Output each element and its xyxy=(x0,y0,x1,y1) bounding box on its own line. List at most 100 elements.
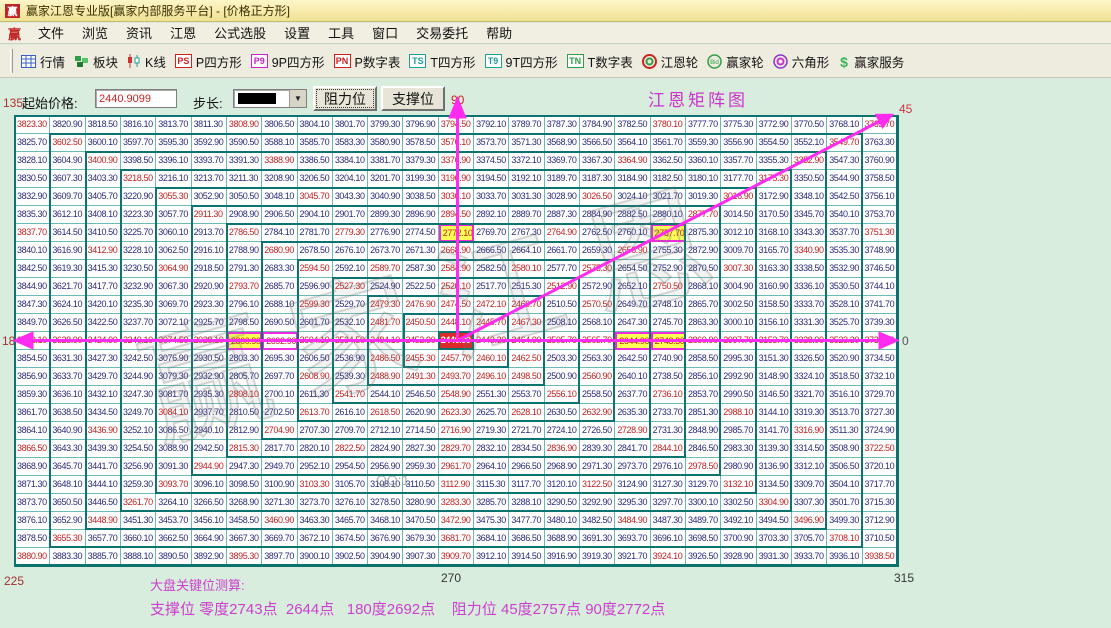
grid-cell-r10-c10[interactable]: 2479.30 xyxy=(368,296,403,314)
grid-cell-r3-c6[interactable]: 3211.30 xyxy=(227,170,262,188)
grid-cell-r3-c21[interactable]: 3175.30 xyxy=(757,170,792,188)
grid-cell-r18-c1[interactable]: 3643.30 xyxy=(50,440,85,458)
toolbar-button-6[interactable]: PNP数字表 xyxy=(334,52,401,71)
grid-cell-r2-c22[interactable]: 3352.90 xyxy=(792,152,827,170)
grid-cell-r16-c23[interactable]: 3513.70 xyxy=(827,404,862,422)
grid-cell-r13-c5[interactable]: 2930.50 xyxy=(192,350,227,368)
grid-cell-r20-c8[interactable]: 3103.30 xyxy=(298,476,333,494)
grid-cell-r8-c21[interactable]: 3163.30 xyxy=(757,260,792,278)
grid-cell-r5-c17[interactable]: 2882.50 xyxy=(615,206,650,224)
grid-cell-r0-c23[interactable]: 3768.10 xyxy=(827,116,862,134)
grid-cell-r6-c10[interactable]: 2776.90 xyxy=(368,224,403,242)
grid-cell-r23-c12[interactable]: 3681.70 xyxy=(439,530,474,548)
menu-item-9[interactable]: 交易委托 xyxy=(407,25,477,42)
grid-cell-r18-c16[interactable]: 2839.30 xyxy=(580,440,615,458)
toolbar-grip[interactable] xyxy=(10,49,13,73)
grid-cell-r7-c11[interactable]: 2671.30 xyxy=(403,242,438,260)
grid-cell-r16-c15[interactable]: 2630.50 xyxy=(545,404,580,422)
grid-cell-r24-c7[interactable]: 3897.70 xyxy=(262,548,297,566)
grid-cell-r21-c7[interactable]: 3271.30 xyxy=(262,494,297,512)
grid-cell-r12-c10[interactable]: 2484.10 xyxy=(368,332,403,350)
grid-cell-r17-c6[interactable]: 2812.90 xyxy=(227,422,262,440)
grid-cell-r8-c3[interactable]: 3230.50 xyxy=(121,260,156,278)
grid-cell-r9-c14[interactable]: 2515.30 xyxy=(509,278,544,296)
grid-cell-r22-c24[interactable]: 3712.90 xyxy=(863,512,898,530)
grid-cell-r1-c15[interactable]: 3568.90 xyxy=(545,134,580,152)
grid-cell-r18-c6[interactable]: 2815.30 xyxy=(227,440,262,458)
grid-cell-r18-c13[interactable]: 2832.10 xyxy=(474,440,509,458)
grid-cell-r10-c14[interactable]: 2469.70 xyxy=(509,296,544,314)
grid-cell-r12-c7[interactable]: 2692.90 xyxy=(262,332,297,350)
grid-cell-r17-c0[interactable]: 3864.10 xyxy=(15,422,50,440)
grid-cell-r13-c22[interactable]: 3326.50 xyxy=(792,350,827,368)
grid-cell-r5-c3[interactable]: 3223.30 xyxy=(121,206,156,224)
grid-cell-r22-c21[interactable]: 3494.50 xyxy=(757,512,792,530)
grid-cell-r6-c7[interactable]: 2784.10 xyxy=(262,224,297,242)
grid-cell-r21-c2[interactable]: 3446.50 xyxy=(86,494,121,512)
grid-cell-r14-c0[interactable]: 3856.90 xyxy=(15,368,50,386)
grid-cell-r16-c11[interactable]: 2620.90 xyxy=(403,404,438,422)
grid-cell-r3-c4[interactable]: 3216.10 xyxy=(156,170,191,188)
grid-cell-r7-c4[interactable]: 3062.50 xyxy=(156,242,191,260)
grid-cell-r20-c18[interactable]: 3127.30 xyxy=(651,476,686,494)
grid-cell-r15-c8[interactable]: 2611.30 xyxy=(298,386,333,404)
grid-cell-r10-c9[interactable]: 2529.70 xyxy=(333,296,368,314)
grid-cell-r17-c14[interactable]: 2721.70 xyxy=(509,422,544,440)
grid-cell-r16-c1[interactable]: 3638.50 xyxy=(50,404,85,422)
grid-cell-r3-c23[interactable]: 3544.90 xyxy=(827,170,862,188)
grid-cell-r6-c16[interactable]: 2762.50 xyxy=(580,224,615,242)
grid-cell-r6-c23[interactable]: 3537.70 xyxy=(827,224,862,242)
grid-cell-r22-c7[interactable]: 3460.90 xyxy=(262,512,297,530)
grid-cell-r12-c24[interactable]: 3736.90 xyxy=(863,332,898,350)
grid-cell-r15-c9[interactable]: 2541.70 xyxy=(333,386,368,404)
grid-cell-r14-c9[interactable]: 2539.30 xyxy=(333,368,368,386)
grid-cell-r23-c20[interactable]: 3700.90 xyxy=(721,530,756,548)
grid-cell-r11-c22[interactable]: 3331.30 xyxy=(792,314,827,332)
grid-cell-r16-c2[interactable]: 3434.50 xyxy=(86,404,121,422)
grid-cell-r12-c15[interactable]: 2505.70 xyxy=(545,332,580,350)
grid-cell-r22-c9[interactable]: 3465.70 xyxy=(333,512,368,530)
grid-cell-r20-c12[interactable]: 3112.90 xyxy=(439,476,474,494)
grid-cell-r18-c18[interactable]: 2844.10 xyxy=(651,440,686,458)
grid-cell-r14-c17[interactable]: 2640.10 xyxy=(615,368,650,386)
grid-cell-r5-c10[interactable]: 2899.30 xyxy=(368,206,403,224)
grid-cell-r12-c8[interactable]: 2604.10 xyxy=(298,332,333,350)
grid-cell-r3-c7[interactable]: 3208.90 xyxy=(262,170,297,188)
grid-cell-r9-c20[interactable]: 3004.90 xyxy=(721,278,756,296)
grid-cell-r9-c0[interactable]: 3844.90 xyxy=(15,278,50,296)
grid-cell-r18-c22[interactable]: 3314.50 xyxy=(792,440,827,458)
grid-cell-r20-c22[interactable]: 3309.70 xyxy=(792,476,827,494)
grid-cell-r15-c19[interactable]: 2853.70 xyxy=(686,386,721,404)
grid-cell-r18-c14[interactable]: 2834.50 xyxy=(509,440,544,458)
grid-cell-r12-c21[interactable]: 3153.70 xyxy=(757,332,792,350)
grid-cell-r1-c4[interactable]: 3595.30 xyxy=(156,134,191,152)
grid-cell-r15-c20[interactable]: 2990.50 xyxy=(721,386,756,404)
grid-cell-r5-c0[interactable]: 3835.30 xyxy=(15,206,50,224)
menu-item-2[interactable]: 浏览 xyxy=(73,25,117,42)
grid-cell-r8-c22[interactable]: 3338.50 xyxy=(792,260,827,278)
grid-cell-r3-c12[interactable]: 3196.90 xyxy=(439,170,474,188)
grid-cell-r24-c15[interactable]: 3916.90 xyxy=(545,548,580,566)
grid-cell-r12-c6[interactable]: 2800.90 xyxy=(227,332,262,350)
grid-cell-r14-c1[interactable]: 3633.70 xyxy=(50,368,85,386)
grid-cell-r17-c5[interactable]: 2940.10 xyxy=(192,422,227,440)
grid-cell-r13-c18[interactable]: 2740.90 xyxy=(651,350,686,368)
grid-cell-r8-c15[interactable]: 2577.70 xyxy=(545,260,580,278)
grid-cell-r24-c11[interactable]: 3907.30 xyxy=(403,548,438,566)
grid-cell-r14-c18[interactable]: 2738.50 xyxy=(651,368,686,386)
grid-cell-r2-c2[interactable]: 3400.90 xyxy=(86,152,121,170)
grid-cell-r22-c12[interactable]: 3472.90 xyxy=(439,512,474,530)
grid-cell-r11-c24[interactable]: 3739.30 xyxy=(863,314,898,332)
grid-cell-r23-c1[interactable]: 3655.30 xyxy=(50,530,85,548)
grid-cell-r2-c14[interactable]: 3372.10 xyxy=(509,152,544,170)
grid-cell-r1-c9[interactable]: 3583.30 xyxy=(333,134,368,152)
grid-cell-r23-c21[interactable]: 3703.30 xyxy=(757,530,792,548)
grid-cell-r24-c2[interactable]: 3885.70 xyxy=(86,548,121,566)
grid-cell-r22-c22[interactable]: 3496.90 xyxy=(792,512,827,530)
grid-cell-r5-c8[interactable]: 2904.10 xyxy=(298,206,333,224)
grid-cell-r5-c11[interactable]: 2896.90 xyxy=(403,206,438,224)
grid-cell-r19-c21[interactable]: 3136.90 xyxy=(757,458,792,476)
grid-cell-r18-c9[interactable]: 2822.50 xyxy=(333,440,368,458)
grid-cell-r7-c13[interactable]: 2666.50 xyxy=(474,242,509,260)
grid-cell-r17-c19[interactable]: 2848.90 xyxy=(686,422,721,440)
